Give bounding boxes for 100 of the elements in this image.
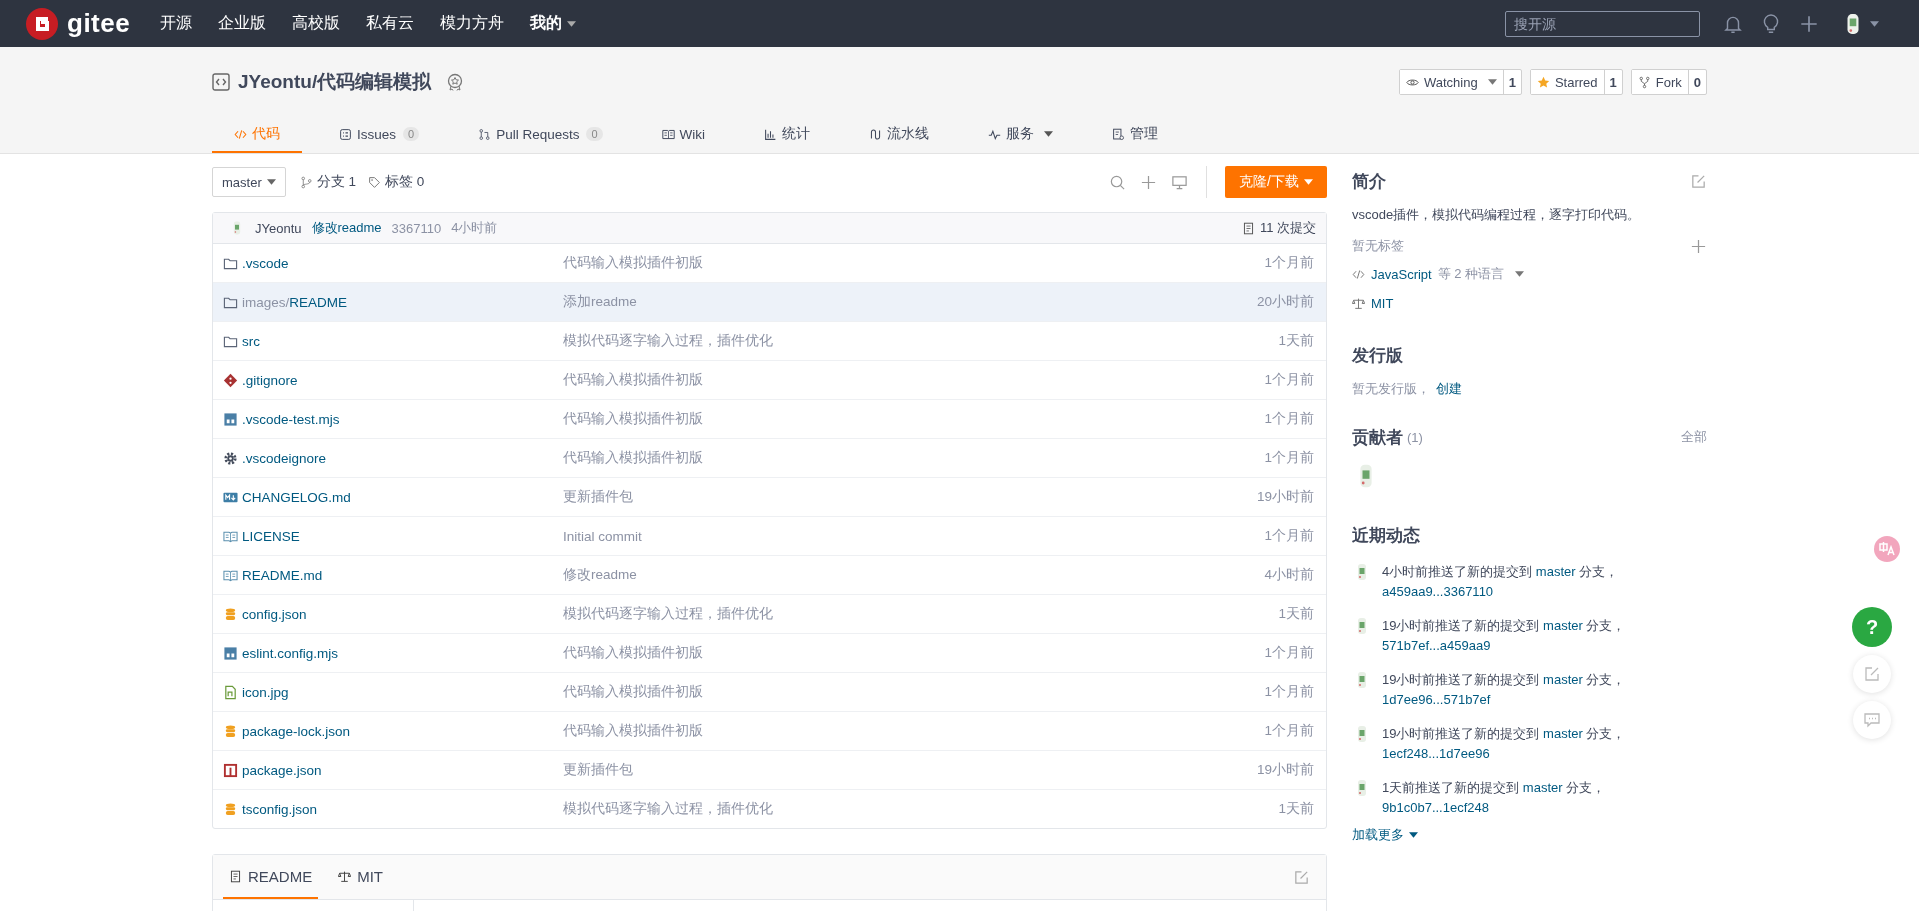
- commit-message[interactable]: 修改readme: [311, 219, 382, 237]
- file-row[interactable]: eslint.config.mjs 代码输入模拟插件初版 1个月前: [213, 634, 1326, 673]
- count-label[interactable]: 0: [1688, 70, 1706, 94]
- file-link[interactable]: README.md: [242, 567, 323, 583]
- file-link[interactable]: .vscode-test.mjs: [242, 411, 340, 427]
- file-row[interactable]: package-lock.json 代码输入模拟插件初版 1个月前: [213, 712, 1326, 751]
- star-button[interactable]: Starred: [1530, 70, 1605, 94]
- count-label[interactable]: 1: [1604, 70, 1622, 94]
- file-row[interactable]: .vscodeignore 代码输入模拟插件初版 1个月前: [213, 439, 1326, 478]
- readme-tab[interactable]: MIT: [332, 855, 389, 899]
- edit-icon: [1863, 665, 1881, 683]
- count-badge: 0: [403, 127, 420, 141]
- load-more-link[interactable]: 加载更多: [1352, 826, 1707, 844]
- commit-range-link[interactable]: 1d7ee96...571b7ef: [1382, 692, 1491, 707]
- contributor-count: (1): [1407, 429, 1423, 445]
- pull-request-icon: [478, 127, 492, 141]
- logo-text[interactable]: gitee: [67, 8, 131, 39]
- commit-range-link[interactable]: 1ecf248...1d7ee96: [1382, 746, 1490, 761]
- branches-link[interactable]: 分支 1: [299, 173, 356, 191]
- file-link[interactable]: tsconfig.json: [242, 801, 318, 817]
- commit-time: 1个月前: [1264, 683, 1314, 701]
- file-link[interactable]: package.json: [242, 762, 322, 778]
- no-releases-label: 暂无发行版，: [1352, 380, 1430, 398]
- commit-range-link[interactable]: 571b7ef...a459aa9: [1382, 638, 1491, 653]
- file-row[interactable]: tsconfig.json 模拟代码逐字输入过程，插件优化 1天前: [213, 790, 1326, 828]
- plus-icon[interactable]: [1140, 173, 1158, 191]
- file-link[interactable]: LICENSE: [242, 528, 300, 544]
- logo-icon[interactable]: [25, 6, 59, 41]
- language-link[interactable]: JavaScript: [1371, 266, 1432, 282]
- edit-icon[interactable]: [1690, 172, 1707, 190]
- file-link[interactable]: CHANGELOG.md: [242, 489, 351, 505]
- repo-tab[interactable]: 管理: [1090, 117, 1181, 153]
- file-row[interactable]: README.md 修改readme 4小时前: [213, 556, 1326, 595]
- file-link[interactable]: .vscodeignore: [242, 450, 327, 466]
- code-repo-icon: [212, 73, 230, 91]
- file-link[interactable]: .gitignore: [242, 372, 298, 388]
- nav-link[interactable]: 企业版: [218, 13, 267, 34]
- terms-link[interactable]: MIT: [1371, 295, 1394, 311]
- file-link[interactable]: .vscode: [242, 255, 289, 271]
- repo-tab[interactable]: 统计: [742, 117, 833, 153]
- file-link[interactable]: config.json: [242, 606, 307, 622]
- create-link[interactable]: 创建: [1436, 380, 1462, 398]
- pipeline-icon: [869, 127, 883, 141]
- repo-tab[interactable]: 流水线: [847, 117, 952, 153]
- book-icon: [661, 127, 675, 141]
- readme-tab[interactable]: README: [223, 855, 319, 899]
- repo-title[interactable]: JYeontu/代码编辑模拟: [238, 69, 432, 95]
- branch-link[interactable]: master: [1522, 780, 1563, 795]
- star-icon: [1536, 75, 1550, 89]
- file-row[interactable]: LICENSE Initial commit 1个月前: [213, 517, 1326, 556]
- translate-icon[interactable]: [1873, 535, 1901, 563]
- search-icon[interactable]: [1109, 173, 1127, 191]
- repo-tab[interactable]: Wiki: [639, 117, 728, 153]
- branch-link[interactable]: master: [1543, 618, 1583, 633]
- nav-link[interactable]: 开源: [160, 13, 193, 34]
- file-row[interactable]: images/README 添加readme 20小时前: [213, 283, 1326, 322]
- caret-icon[interactable]: [1515, 271, 1525, 277]
- file-row[interactable]: .gitignore 代码输入模拟插件初版 1个月前: [213, 361, 1326, 400]
- file-link[interactable]: README: [289, 294, 348, 310]
- branch-link[interactable]: master: [1543, 672, 1583, 687]
- code-icon: [234, 127, 247, 141]
- commit-count-link[interactable]: 11 次提交: [1241, 219, 1316, 237]
- file-link[interactable]: package-lock.json: [242, 723, 351, 739]
- document-icon: [1241, 221, 1255, 235]
- commit-range-link[interactable]: 9b1c0b7...1ecf248: [1382, 800, 1489, 815]
- file-row[interactable]: CHANGELOG.md 更新插件包 19小时前: [213, 478, 1326, 517]
- edit-icon[interactable]: [1293, 868, 1310, 886]
- nav-link[interactable]: 高校版: [292, 13, 341, 34]
- file-link[interactable]: src: [242, 333, 260, 349]
- file-row[interactable]: icon.jpg 代码输入模拟插件初版 1个月前: [213, 673, 1326, 712]
- search-field[interactable]: 搜开源: [1505, 10, 1700, 37]
- nav-link[interactable]: 我的: [530, 13, 577, 34]
- nav-link[interactable]: 私有云: [366, 13, 415, 34]
- caret-icon[interactable]: [1870, 20, 1879, 27]
- commit-time: 4小时前: [451, 219, 498, 237]
- tags-link[interactable]: 标签 0: [368, 173, 425, 191]
- file-link[interactable]: eslint.config.mjs: [242, 645, 339, 661]
- caret-icon: [266, 179, 276, 185]
- chat-button[interactable]: [1853, 701, 1891, 739]
- nav-link[interactable]: 模力方舟: [440, 13, 505, 34]
- file-row[interactable]: package.json 更新插件包 19小时前: [213, 751, 1326, 790]
- branch-dropdown[interactable]: master: [212, 167, 286, 197]
- repo-tab[interactable]: Issues 0: [317, 117, 442, 153]
- npm-icon: [223, 762, 238, 778]
- file-row[interactable]: src 模拟代码逐字输入过程，插件优化 1天前: [213, 322, 1326, 361]
- monitor-icon[interactable]: [1171, 173, 1189, 191]
- commit-author[interactable]: JYeontu: [255, 220, 302, 236]
- file-row[interactable]: .vscode-test.mjs 代码输入模拟插件初版 1个月前: [213, 400, 1326, 439]
- file-row[interactable]: config.json 模拟代码逐字输入过程，插件优化 1天前: [213, 595, 1326, 634]
- count-label[interactable]: 1: [1503, 70, 1521, 94]
- feedback-button[interactable]: [1853, 655, 1891, 693]
- branch-link[interactable]: master: [1543, 726, 1583, 741]
- fork-button[interactable]: Fork: [1631, 70, 1689, 94]
- plus-icon[interactable]: [1690, 237, 1707, 255]
- branch-link[interactable]: master: [1535, 564, 1576, 579]
- commit-range-link[interactable]: a459aa9...3367110: [1382, 584, 1494, 599]
- repo-tab[interactable]: Pull Requests 0: [456, 117, 625, 153]
- file-link[interactable]: icon.jpg: [242, 684, 289, 700]
- watch-button[interactable]: Watching: [1399, 70, 1504, 94]
- repo-tab[interactable]: 服务: [966, 117, 1076, 153]
